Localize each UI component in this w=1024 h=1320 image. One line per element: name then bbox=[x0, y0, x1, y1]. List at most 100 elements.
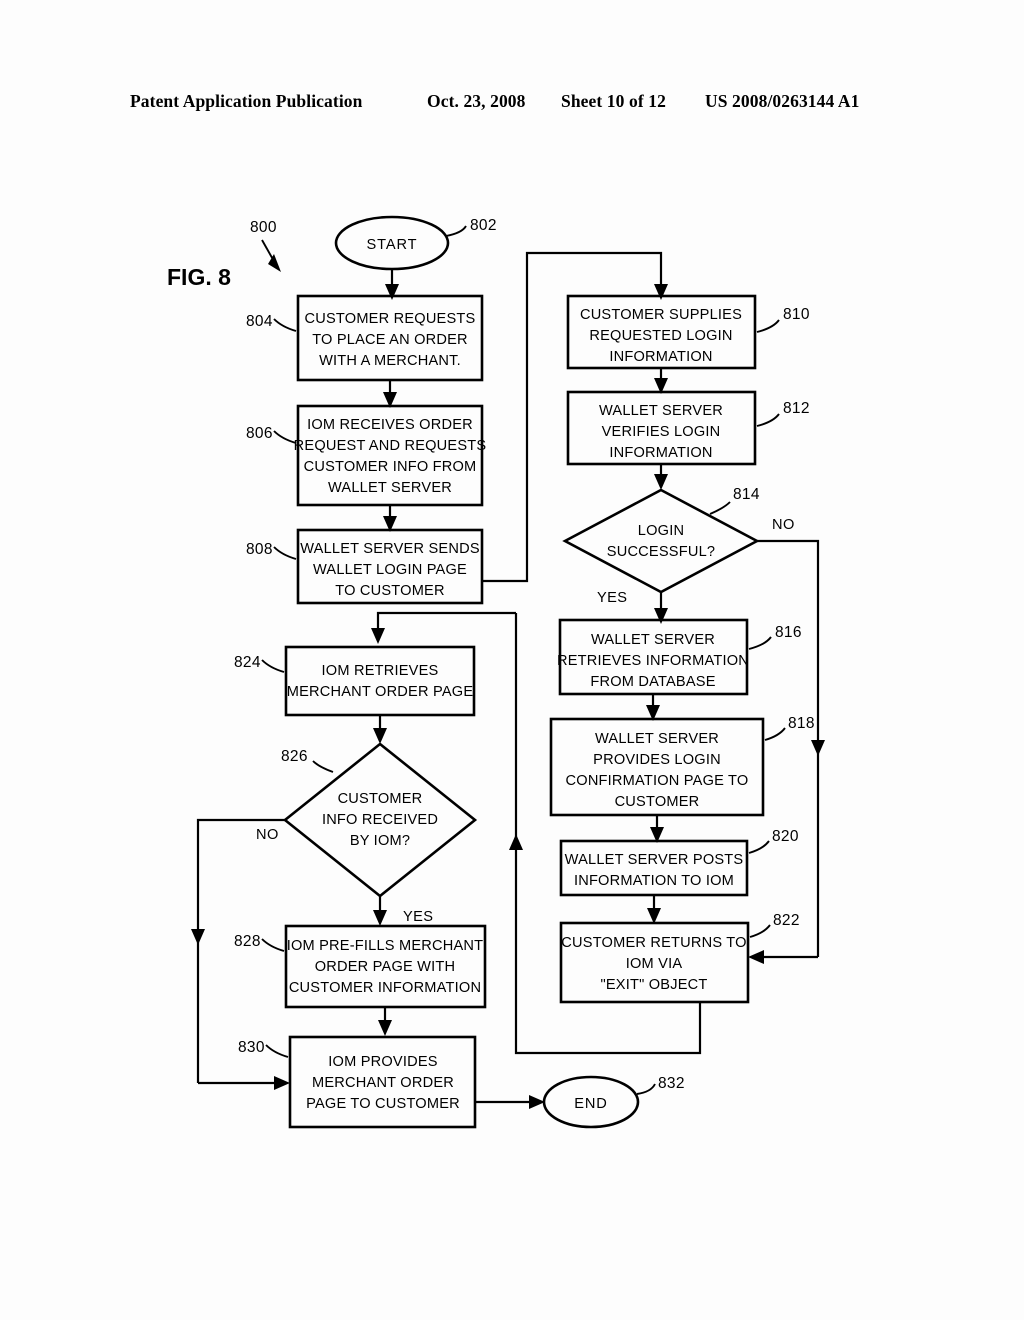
ref-818-leader bbox=[764, 727, 786, 741]
node-824-line-2: MERCHANT ORDER PAGE bbox=[287, 684, 474, 700]
arrow-820-to-822 bbox=[647, 908, 661, 924]
page-header: Patent Application Publication Oct. 23, … bbox=[0, 84, 1024, 118]
ref-822-label: 822 bbox=[773, 912, 800, 929]
figure-label: FIG. 8 bbox=[167, 264, 231, 290]
node-828-line-3: CUSTOMER INFORMATION bbox=[289, 980, 481, 996]
arrow-start-to-804 bbox=[385, 284, 399, 300]
arrow-814-no-midpoint bbox=[811, 740, 825, 756]
node-822-line-3: "EXIT" OBJECT bbox=[600, 977, 707, 993]
ref-832-leader bbox=[636, 1083, 656, 1095]
ref-810-label: 810 bbox=[783, 306, 810, 323]
node-808-line-3: TO CUSTOMER bbox=[335, 583, 445, 599]
ref-800-arrowhead bbox=[268, 254, 281, 272]
arrow-826-no-midpoint bbox=[191, 929, 205, 945]
arrow-826-no-to-830 bbox=[274, 1076, 290, 1090]
ref-818-label: 818 bbox=[788, 715, 815, 732]
node-812-line-1: WALLET SERVER bbox=[599, 403, 723, 419]
ref-812-leader bbox=[756, 413, 780, 427]
node-824-line-1: IOM RETRIEVES bbox=[322, 663, 439, 679]
node-830-line-2: MERCHANT ORDER bbox=[312, 1075, 454, 1091]
arrow-824-to-826 bbox=[373, 728, 387, 744]
node-826-line-2: INFO RECEIVED bbox=[322, 812, 438, 828]
ref-816-label: 816 bbox=[775, 624, 802, 641]
ref-806-leader bbox=[273, 430, 297, 444]
node-814-no-label: NO bbox=[772, 517, 795, 533]
node-806-line-2: REQUEST AND REQUESTS bbox=[294, 438, 487, 454]
node-820-line-1: WALLET SERVER POSTS bbox=[565, 852, 744, 868]
arrow-814-no-to-822 bbox=[748, 950, 764, 964]
header-publication-label: Patent Application Publication bbox=[130, 90, 363, 111]
header-patent-number-label: US 2008/0263144 A1 bbox=[705, 90, 860, 111]
ref-810-leader bbox=[756, 319, 780, 333]
node-826-no-label: NO bbox=[256, 827, 279, 843]
ref-812-label: 812 bbox=[783, 400, 810, 417]
end-label: END bbox=[574, 1096, 608, 1112]
conn-loop-into-824 bbox=[376, 611, 516, 630]
node-828-line-2: ORDER PAGE WITH bbox=[315, 959, 456, 975]
node-814-yes-label: YES bbox=[597, 590, 627, 606]
node-806-line-3: CUSTOMER INFO FROM bbox=[304, 459, 477, 475]
node-822-line-2: IOM VIA bbox=[626, 956, 683, 972]
ref-828-leader bbox=[261, 938, 285, 952]
node-816-line-1: WALLET SERVER bbox=[591, 632, 715, 648]
node-828-line-1: IOM PRE-FILLS MERCHANT bbox=[287, 938, 484, 954]
ref-832-label: 832 bbox=[658, 1075, 685, 1092]
ref-804-label: 804 bbox=[246, 313, 273, 330]
node-822-line-1: CUSTOMER RETURNS TO bbox=[561, 935, 746, 951]
ref-808-leader bbox=[273, 546, 297, 560]
conn-814-no-vertical bbox=[757, 539, 820, 957]
node-806-line-1: IOM RECEIVES ORDER bbox=[307, 417, 473, 433]
start-label: START bbox=[367, 237, 418, 253]
ref-824-label: 824 bbox=[234, 654, 261, 671]
ref-820-label: 820 bbox=[772, 828, 799, 845]
node-816-line-2: RETRIEVES INFORMATION bbox=[557, 653, 749, 669]
ref-830-label: 830 bbox=[238, 1039, 265, 1056]
node-808-line-1: WALLET SERVER SENDS bbox=[300, 541, 480, 557]
node-830-line-1: IOM PROVIDES bbox=[328, 1054, 438, 1070]
header-date-label: Oct. 23, 2008 bbox=[427, 90, 526, 111]
ref-824-leader bbox=[261, 659, 285, 673]
ref-822-leader bbox=[749, 924, 771, 938]
arrow-loop-into-824 bbox=[371, 628, 385, 644]
arrow-822-to-824-midpoint bbox=[509, 834, 523, 850]
node-810-line-2: REQUESTED LOGIN bbox=[589, 328, 732, 344]
ref-814-leader bbox=[709, 501, 731, 515]
node-804-line-2: TO PLACE AN ORDER bbox=[312, 332, 468, 348]
header-sheet-label: Sheet 10 of 12 bbox=[561, 90, 666, 111]
node-808-line-2: WALLET LOGIN PAGE bbox=[313, 562, 467, 578]
node-818-line-2: PROVIDES LOGIN bbox=[593, 752, 721, 768]
node-820-line-2: INFORMATION TO IOM bbox=[574, 873, 734, 889]
arrow-830-to-end bbox=[529, 1095, 545, 1109]
ref-804-leader bbox=[273, 318, 297, 332]
ref-816-leader bbox=[748, 636, 772, 650]
node-818-line-3: CONFIRMATION PAGE TO bbox=[566, 773, 749, 789]
node-814-diamond bbox=[562, 488, 760, 594]
ref-806-label: 806 bbox=[246, 425, 273, 442]
ref-828-label: 828 bbox=[234, 933, 261, 950]
patent-page: Patent Application Publication Oct. 23, … bbox=[0, 0, 1024, 1320]
node-812-line-3: INFORMATION bbox=[609, 445, 712, 461]
ref-820-leader bbox=[748, 840, 770, 854]
figure-8-flowchart: FIG. 8 800 START 802 CUSTOMER REQUESTS T… bbox=[0, 160, 1024, 1180]
arrow-808-to-810 bbox=[654, 284, 668, 300]
node-810-line-3: INFORMATION bbox=[609, 349, 712, 365]
node-816-line-3: FROM DATABASE bbox=[590, 674, 715, 690]
node-806-line-4: WALLET SERVER bbox=[328, 480, 452, 496]
ref-826-label: 826 bbox=[281, 748, 308, 765]
node-826-line-3: BY IOM? bbox=[350, 833, 410, 849]
node-804-line-3: WITH A MERCHANT. bbox=[319, 353, 461, 369]
arrow-814-yes-to-816 bbox=[654, 608, 668, 624]
node-824-box bbox=[284, 645, 476, 717]
node-804-line-1: CUSTOMER REQUESTS bbox=[305, 311, 476, 327]
node-814-line-2: SUCCESSFUL? bbox=[607, 544, 715, 560]
node-818-line-1: WALLET SERVER bbox=[595, 731, 719, 747]
node-812-line-2: VERIFIES LOGIN bbox=[602, 424, 721, 440]
arrow-828-to-830 bbox=[378, 1020, 392, 1036]
node-826-line-1: CUSTOMER bbox=[338, 791, 423, 807]
node-830-line-3: PAGE TO CUSTOMER bbox=[306, 1096, 460, 1112]
node-814-line-1: LOGIN bbox=[638, 523, 684, 539]
ref-802-leader bbox=[445, 225, 467, 237]
ref-814-label: 814 bbox=[733, 486, 760, 503]
ref-802-label: 802 bbox=[470, 217, 497, 234]
ref-830-leader bbox=[265, 1044, 289, 1058]
